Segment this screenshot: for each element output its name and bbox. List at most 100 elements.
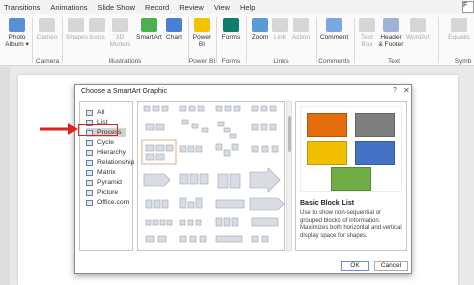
layout-thumbnail-row-6[interactable] [145, 217, 279, 227]
category-pyramid[interactable]: Pyramid [86, 178, 122, 187]
tab-review[interactable]: Review [179, 3, 204, 12]
zoom-button[interactable]: Zoom [250, 18, 270, 41]
photo-album-icon [9, 18, 25, 32]
ribbon: Photo Album ▾ Cameo Camera Shapes Icons … [0, 14, 474, 66]
forms-icon [223, 18, 239, 32]
preview-block [355, 141, 395, 165]
text-box-button[interactable]: Text Box [358, 18, 376, 48]
header-footer-button[interactable]: Header & Footer [378, 18, 404, 48]
picture-icon [86, 189, 93, 196]
group-separator [246, 17, 247, 63]
tab-view[interactable]: View [214, 3, 230, 12]
group-label-illustrations: Illustrations [108, 58, 142, 65]
group-label-power-bi: Power BI [188, 58, 216, 65]
matrix-icon [86, 169, 93, 176]
tab-animations[interactable]: Animations [50, 3, 87, 12]
cameo-icon [39, 18, 55, 32]
tab-help[interactable]: Help [240, 3, 255, 12]
preview-block [307, 141, 347, 165]
category-picture[interactable]: Picture [86, 188, 118, 197]
category-hierarchy[interactable]: Hierarchy [86, 148, 126, 157]
layout-thumbnail-basic-block-list-selected[interactable] [141, 139, 177, 165]
category-all[interactable]: All [86, 108, 105, 117]
layout-thumbnails [141, 105, 284, 243]
hierarchy-icon [86, 149, 93, 156]
tab-overflow-button[interactable]: F [462, 1, 474, 13]
group-separator [62, 17, 63, 63]
smartart-button[interactable]: SmartArt [136, 18, 162, 41]
cycle-icon [86, 139, 93, 146]
link-icon [272, 18, 288, 32]
text-box-icon [359, 18, 375, 32]
wordart-icon [410, 18, 426, 32]
comment-button[interactable]: Comment [320, 18, 348, 41]
equation-icon [451, 18, 467, 32]
group-separator [354, 17, 355, 63]
help-icon[interactable]: ? [393, 87, 397, 94]
category-relationship[interactable]: Relationship [86, 158, 134, 167]
group-label-forms: Forms [221, 58, 241, 65]
layout-name: Basic Block List [300, 200, 355, 207]
chart-button[interactable]: Chart [164, 18, 184, 41]
link-button[interactable]: Link [272, 18, 288, 41]
shapes-icon [68, 18, 84, 32]
layout-preview-pane: Basic Block List Use to show non-sequent… [295, 101, 407, 251]
forms-button[interactable]: Forms [220, 18, 242, 41]
zoom-icon [252, 18, 268, 32]
all-icon [86, 109, 93, 116]
chart-icon [166, 18, 182, 32]
annotation-arrow-icon [40, 123, 78, 135]
ok-button[interactable]: OK [341, 261, 369, 271]
tab-record[interactable]: Record [145, 3, 169, 12]
shapes-button[interactable]: Shapes [66, 18, 88, 41]
layout-thumbnail-row-1[interactable] [143, 105, 277, 112]
slide-panel-edge [0, 67, 10, 285]
layout-description: Use to show non-sequential or grouped bl… [300, 210, 402, 239]
layout-preview-image [300, 106, 402, 192]
scrollbar-thumb[interactable] [288, 116, 291, 152]
group-label-symbols: Symb [454, 58, 472, 65]
preview-block [331, 167, 371, 191]
group-separator [188, 17, 189, 63]
layout-thumbnail-row-2[interactable] [145, 119, 277, 139]
smartart-icon [141, 18, 157, 32]
group-separator [438, 17, 439, 63]
tab-transitions[interactable]: Transitions [4, 3, 40, 12]
icons-icon [89, 18, 105, 32]
preview-block [355, 113, 395, 137]
group-separator [316, 17, 317, 63]
gallery-scrollbar[interactable] [286, 101, 292, 251]
cube-icon [112, 18, 128, 32]
category-matrix[interactable]: Matrix [86, 168, 116, 177]
power-bi-icon [194, 18, 210, 32]
layout-gallery [137, 101, 285, 251]
photo-album-button[interactable]: Photo Album ▾ [4, 18, 30, 48]
action-icon [293, 18, 309, 32]
relationship-icon [86, 159, 93, 166]
tab-slide-show[interactable]: Slide Show [98, 3, 136, 12]
equation-button[interactable]: Equatic [444, 18, 474, 41]
ribbon-tab-bar: Transitions Animations Slide Show Record… [0, 0, 474, 14]
group-label-text: Text [388, 58, 400, 65]
layout-thumbnail-row-7[interactable] [145, 235, 269, 243]
layout-thumbnail-row-3[interactable] [179, 143, 279, 157]
smartart-dialog: Choose a SmartArt Graphic ? ✕ All List P… [74, 84, 412, 274]
group-label-camera: Camera [36, 58, 60, 65]
group-separator [216, 17, 217, 63]
3d-models-button[interactable]: 3D Models [108, 18, 132, 48]
group-label-comments: Comments [318, 58, 350, 65]
action-button[interactable]: Action [290, 18, 312, 41]
group-label-links: Links [273, 58, 289, 65]
comment-icon [326, 18, 342, 32]
category-cycle[interactable]: Cycle [86, 138, 114, 147]
layout-thumbnail-row-4[interactable] [143, 167, 281, 193]
power-bi-button[interactable]: Power BI [192, 18, 212, 48]
icons-button[interactable]: Icons [88, 18, 106, 41]
wordart-button[interactable]: WordArt [406, 18, 430, 41]
cancel-button[interactable]: Cancel [374, 261, 408, 271]
category-office-com[interactable]: Office.com [86, 198, 129, 207]
cameo-button[interactable]: Cameo [36, 18, 58, 41]
close-icon[interactable]: ✕ [403, 86, 410, 95]
layout-thumbnail-row-5[interactable] [145, 197, 284, 211]
header-footer-icon [383, 18, 399, 32]
